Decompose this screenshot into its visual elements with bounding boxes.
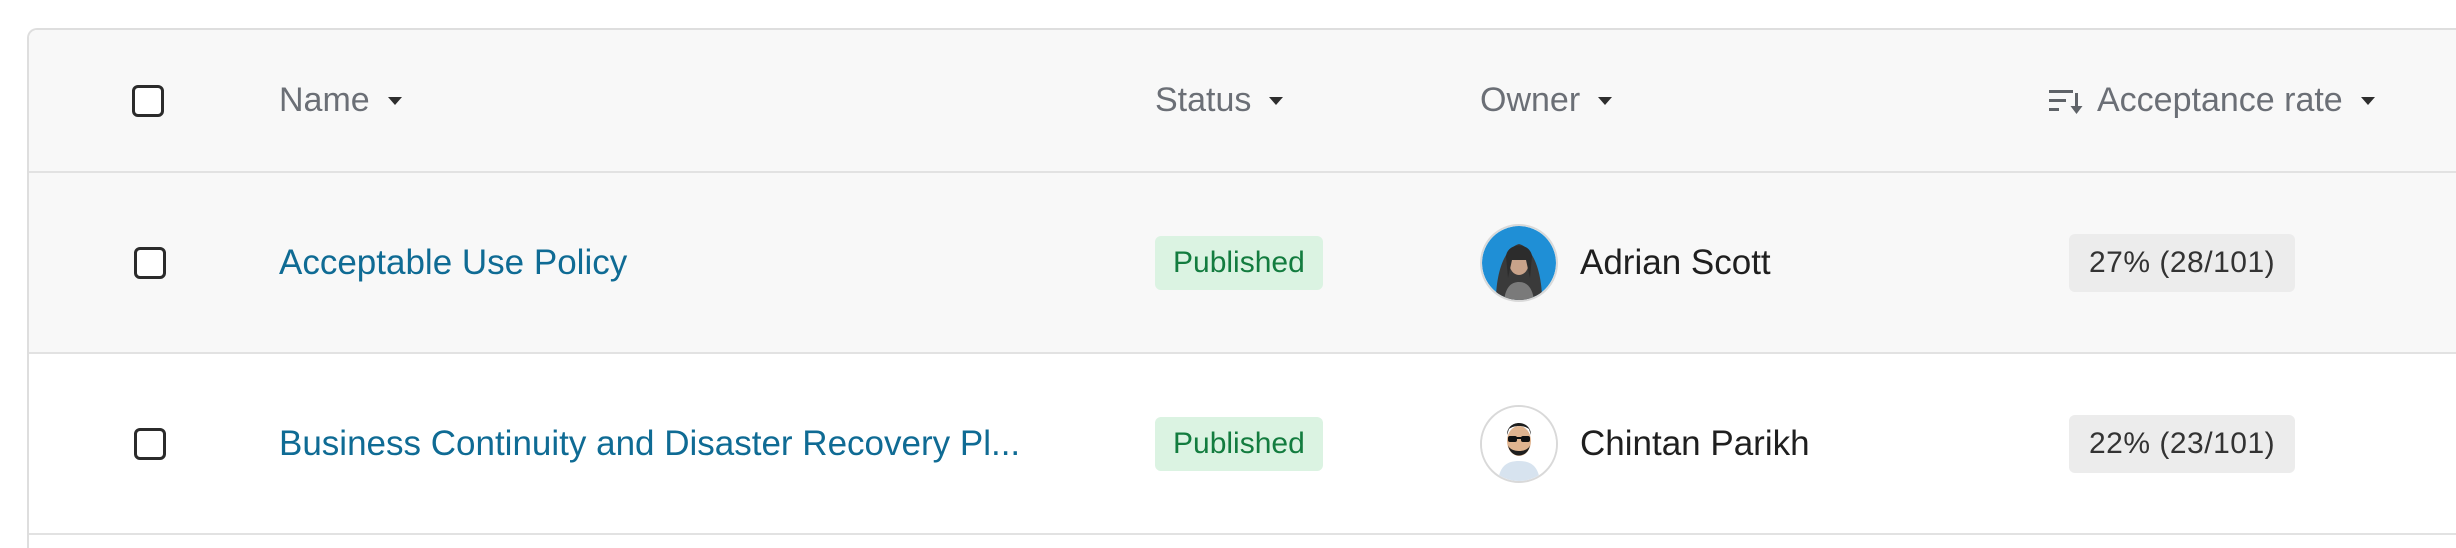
avatar [1480, 223, 1558, 302]
owner-name: Chintan Parikh [1580, 423, 1810, 463]
status-cell: Published [1155, 173, 1323, 352]
column-header-name[interactable]: Name [279, 30, 402, 171]
row-checkbox[interactable] [134, 246, 166, 279]
owner-cell: Chintan Parikh [1480, 354, 1810, 533]
caret-down-icon[interactable] [2360, 96, 2375, 105]
row-checkbox[interactable] [134, 427, 166, 460]
status-badge: Published [1155, 235, 1323, 290]
column-header-name-label: Name [279, 81, 370, 119]
caret-down-icon[interactable] [387, 96, 402, 105]
column-header-status-label: Status [1155, 81, 1252, 119]
status-cell: Published [1155, 354, 1323, 533]
row-select-cell [134, 173, 166, 352]
policy-name-link[interactable]: Acceptable Use Policy [279, 243, 627, 283]
owner-cell: Adrian Scott [1480, 173, 1771, 352]
owner-name: Adrian Scott [1580, 242, 1771, 282]
policy-name-cell: Acceptable Use Policy [279, 173, 627, 352]
column-header-owner[interactable]: Owner [1480, 30, 1613, 171]
avatar [1480, 404, 1558, 483]
select-all-checkbox[interactable] [132, 84, 164, 117]
table-row[interactable]: Business Continuity and Disaster Recover… [29, 354, 2456, 535]
policy-name-cell: Business Continuity and Disaster Recover… [279, 354, 1020, 533]
policy-name-link[interactable]: Business Continuity and Disaster Recover… [279, 424, 1020, 464]
column-header-owner-label: Owner [1480, 81, 1581, 119]
sort-descending-icon [2049, 89, 2083, 114]
row-select-cell [134, 354, 166, 533]
column-header-acceptance-rate[interactable]: Acceptance rate [2047, 30, 2375, 171]
table-row[interactable] [29, 535, 2456, 548]
table-row[interactable]: Acceptable Use Policy Published Adrian S… [29, 173, 2456, 354]
caret-down-icon[interactable] [1269, 96, 1284, 105]
acceptance-rate-cell: 22% (23/101) [2069, 354, 2296, 533]
select-all-cell [132, 30, 164, 171]
caret-down-icon[interactable] [1598, 96, 1613, 105]
acceptance-rate-cell: 27% (28/101) [2069, 173, 2296, 352]
column-header-acceptance-rate-label: Acceptance rate [2097, 81, 2343, 119]
acceptance-rate-badge: 22% (23/101) [2069, 414, 2296, 473]
column-header-status[interactable]: Status [1155, 30, 1284, 171]
policies-table: Name Status Owner Acceptance rate Accept… [27, 28, 2456, 548]
acceptance-rate-badge: 27% (28/101) [2069, 233, 2296, 292]
status-badge: Published [1155, 416, 1323, 471]
table-header-row: Name Status Owner Acceptance rate [29, 30, 2456, 173]
